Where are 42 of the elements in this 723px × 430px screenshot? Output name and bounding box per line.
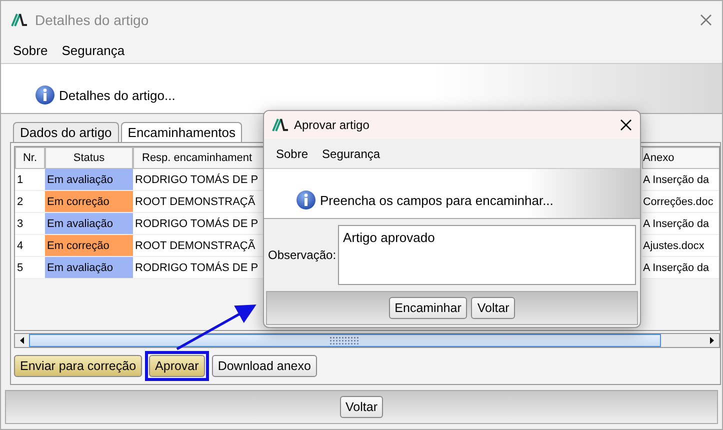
status-cell: Em avaliação [45, 257, 133, 279]
table-cell: A Inserção da [642, 213, 719, 235]
dialog-title: Aprovar artigo [294, 117, 370, 134]
table-cell: 1 [15, 169, 45, 191]
table-cell: A Inserção da [642, 257, 719, 279]
field-label: Observação: [268, 247, 336, 264]
action-button[interactable]: Aprovar [149, 355, 205, 377]
menu-item[interactable]: Segurança [322, 144, 380, 162]
app-logo-icon [272, 118, 288, 132]
table-cell: A Inserção da [642, 169, 719, 191]
table-cell: 2 [15, 191, 45, 213]
table-cell: 4 [15, 235, 45, 257]
info-message: Detalhes do artigo... [59, 86, 176, 105]
close-icon[interactable] [620, 119, 632, 131]
app-logo-icon [11, 13, 27, 27]
table-cell: Ajustes.docx [642, 235, 719, 257]
action-button[interactable]: Enviar para correção [14, 355, 142, 377]
back-button[interactable]: Voltar [340, 396, 384, 418]
status-cell: Em avaliação [45, 213, 133, 235]
observation-field[interactable]: Artigo aprovado [338, 225, 636, 285]
menu-item[interactable]: Segurança [62, 41, 125, 61]
table-cell: 3 [15, 213, 45, 235]
scrollbar-thumb[interactable] [29, 334, 661, 347]
menu-item[interactable]: Sobre [276, 144, 308, 162]
action-button[interactable]: Download anexo [212, 355, 317, 377]
info-icon [35, 85, 55, 105]
tab[interactable]: Dados do artigo [13, 122, 119, 142]
column-header: Status [45, 147, 133, 169]
column-header: Anexo [642, 147, 719, 169]
dialog-button[interactable]: Voltar [471, 297, 516, 319]
table-cell: 5 [15, 257, 45, 279]
tab[interactable]: Encaminhamentos [120, 122, 242, 142]
menu-item[interactable]: Sobre [13, 41, 48, 61]
dialog-button[interactable]: Encaminhar [388, 297, 468, 319]
status-cell: Em correção [45, 191, 133, 213]
info-icon [296, 190, 316, 210]
info-message: Preencha os campos para encaminhar... [320, 192, 554, 210]
column-header: Nr. [15, 147, 45, 169]
status-cell: Em correção [45, 235, 133, 257]
window-title: Detalhes do artigo [35, 10, 149, 30]
status-cell: Em avaliação [45, 169, 133, 191]
table-cell: Correções.doc [642, 191, 719, 213]
